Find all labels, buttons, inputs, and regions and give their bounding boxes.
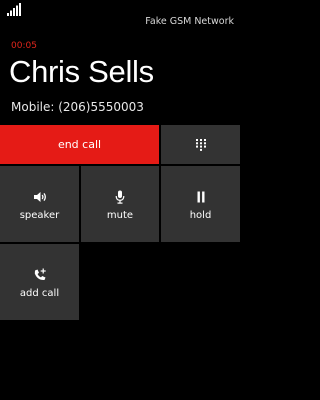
microphone-icon [115, 190, 125, 204]
add-call-button[interactable]: add call [0, 244, 79, 320]
keypad-icon [195, 139, 206, 151]
call-timer: 00:05 [11, 41, 37, 51]
hold-button[interactable]: hold [161, 166, 240, 242]
add-call-label: add call [19, 288, 60, 299]
mute-button[interactable]: mute [81, 166, 159, 242]
end-call-button[interactable]: end call [0, 125, 159, 164]
keypad-button[interactable] [161, 125, 240, 164]
caller-name: Chris Sells [9, 54, 154, 89]
speaker-icon [33, 192, 46, 202]
mute-label: mute [106, 210, 134, 221]
speaker-button[interactable]: speaker [0, 166, 79, 242]
caller-number: Mobile: (206)5550003 [11, 100, 144, 114]
end-call-label: end call [57, 138, 102, 151]
pause-icon [197, 191, 204, 203]
status-bar: Fake GSM Network [0, 0, 240, 32]
network-name: Fake GSM Network [145, 16, 234, 27]
speaker-label: speaker [19, 210, 60, 221]
add-call-icon [34, 268, 46, 281]
hold-label: hold [189, 210, 212, 221]
signal-bars-icon [7, 3, 21, 16]
